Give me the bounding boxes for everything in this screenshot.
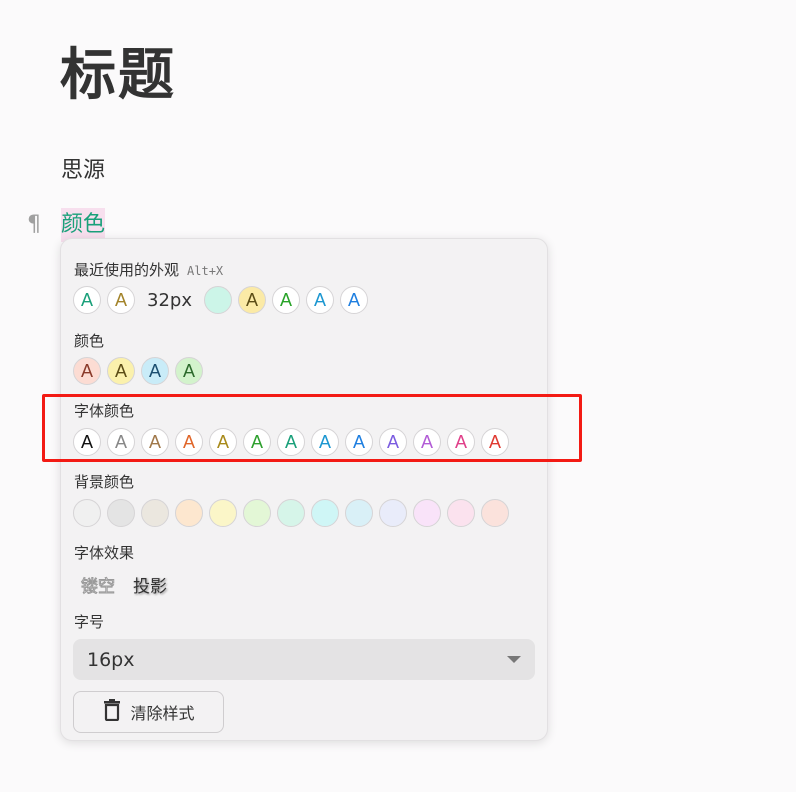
font-size-select[interactable]: 16px xyxy=(73,639,535,680)
bg-color-chip[interactable] xyxy=(175,499,203,527)
document-title[interactable]: 标题 xyxy=(60,30,176,111)
font-size-title: 字号 xyxy=(74,613,105,631)
bg-color-chip[interactable] xyxy=(413,499,441,527)
paragraph-selected-text[interactable]: 颜色 xyxy=(61,208,106,242)
bg-color-chip[interactable] xyxy=(209,499,237,527)
color-chip[interactable]: A xyxy=(73,357,101,385)
recent-appearance-title: 最近使用的外观 Alt+X xyxy=(74,259,223,280)
bg-colors-row xyxy=(73,499,509,527)
bg-color-chip[interactable] xyxy=(141,499,169,527)
trash-icon xyxy=(102,699,122,725)
clear-style-button[interactable]: 清除样式 xyxy=(73,691,224,733)
bg-colors-title: 背景颜色 xyxy=(74,473,135,491)
recent-size-item[interactable]: 32px xyxy=(141,290,198,311)
recent-appearance-label: 最近使用的外观 xyxy=(74,261,180,279)
colors-row: AAAA xyxy=(73,357,203,385)
recent-appearance-chip[interactable]: A xyxy=(339,286,368,314)
annotation-highlight-box xyxy=(42,394,582,462)
bg-color-chip[interactable] xyxy=(345,499,373,527)
paragraph-siyuan[interactable]: 思源 xyxy=(61,152,105,184)
color-chip[interactable]: A xyxy=(175,357,203,385)
appearance-popup: 最近使用的外观 Alt+X A A 32px A A A A 颜色 AAAA 字体颜色 AAA… xyxy=(60,238,548,741)
bg-color-chip[interactable] xyxy=(447,499,475,527)
recent-appearance-chip[interactable]: A xyxy=(305,286,334,314)
color-chip[interactable]: A xyxy=(141,357,169,385)
effect-hollow-button[interactable]: 镂空 xyxy=(77,570,119,599)
clear-style-label: 清除样式 xyxy=(130,704,195,723)
colors-title: 颜色 xyxy=(74,332,105,350)
bg-color-chip[interactable] xyxy=(277,499,305,527)
recent-appearance-row: A A 32px A A A A xyxy=(73,286,368,314)
recent-shortcut-hint: Alt+X xyxy=(187,264,224,278)
recent-appearance-chip[interactable]: A xyxy=(73,286,101,314)
effect-shadow-button[interactable]: 投影 xyxy=(129,570,171,599)
recent-appearance-chip[interactable]: A xyxy=(237,286,266,314)
chevron-down-icon xyxy=(507,656,521,663)
bg-color-chip[interactable] xyxy=(107,499,135,527)
paragraph-block-icon[interactable]: ¶ xyxy=(27,212,41,237)
font-effects-title: 字体效果 xyxy=(74,544,135,562)
font-effects-row: 镂空 投影 xyxy=(77,570,171,599)
recent-appearance-chip[interactable]: A xyxy=(107,286,135,314)
font-size-value: 16px xyxy=(87,648,135,671)
bg-color-chip[interactable] xyxy=(311,499,339,527)
bg-color-chip[interactable] xyxy=(481,499,509,527)
recent-appearance-chip[interactable] xyxy=(203,286,232,314)
recent-appearance-chip[interactable]: A xyxy=(271,286,300,314)
color-chip[interactable]: A xyxy=(107,357,135,385)
bg-color-chip[interactable] xyxy=(379,499,407,527)
bg-color-chip[interactable] xyxy=(73,499,101,527)
bg-color-chip[interactable] xyxy=(243,499,271,527)
